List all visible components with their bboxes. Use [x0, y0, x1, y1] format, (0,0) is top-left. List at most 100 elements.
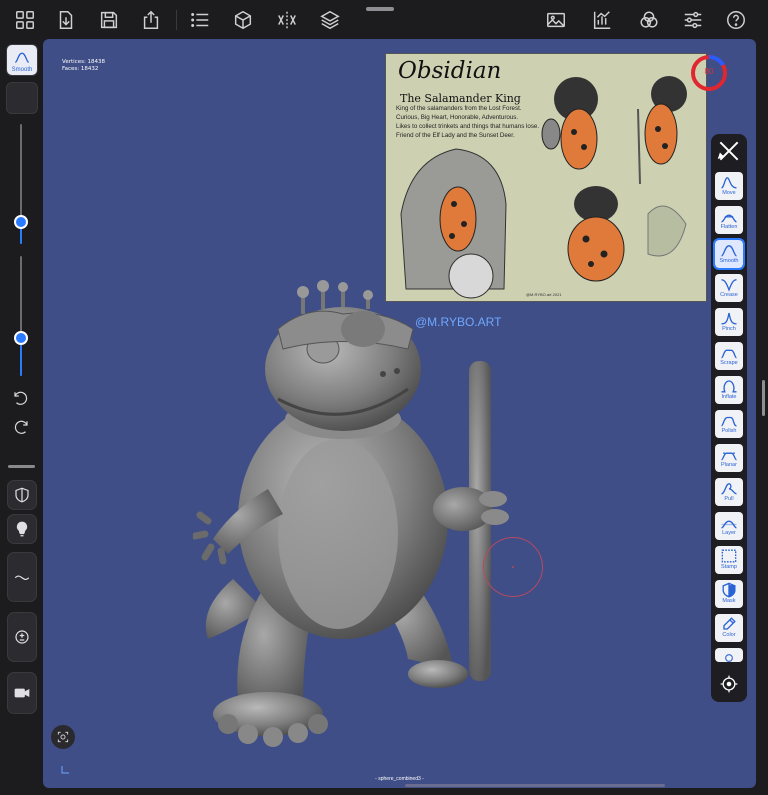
reference-description-line: Friend of the Elf Lady and the Sunset De…	[396, 132, 515, 139]
pinch-icon	[721, 312, 737, 325]
tool-scrape[interactable]: Scrape	[715, 342, 743, 370]
tool-label: Crease	[720, 292, 738, 298]
smooth-icon	[14, 52, 30, 63]
layer-icon	[721, 520, 737, 529]
gizmo-icon	[720, 675, 738, 693]
stroke-icon[interactable]	[7, 552, 37, 602]
reference-description-line: King of the salamanders from the Lost Fo…	[396, 105, 522, 112]
video-icon[interactable]	[7, 672, 37, 714]
salamander-model[interactable]	[193, 259, 513, 769]
tool-pinch[interactable]: Pinch	[715, 308, 743, 336]
vertices-count: Vertices: 18438	[62, 59, 106, 65]
tool-label: Color	[722, 632, 736, 638]
intensity-slider-knob[interactable]	[14, 331, 28, 345]
image-icon[interactable]	[544, 8, 568, 32]
focus-camera-button[interactable]	[51, 725, 75, 749]
tool-label: Mask	[722, 598, 736, 604]
3d-viewport[interactable]: Vertices: 18438 Faces: 18432 Obsidian Th…	[43, 39, 756, 788]
reference-credit: @M.RYBO.art 2021	[526, 292, 562, 297]
axis-gizmo-icon	[61, 766, 69, 774]
top-toolbar	[0, 0, 768, 40]
tool-inflate[interactable]: Inflate	[715, 376, 743, 404]
smooth-icon	[721, 245, 737, 257]
tool-color[interactable]: Color	[715, 614, 743, 642]
tool-label: Move	[722, 190, 736, 196]
tool-layer[interactable]: Layer	[715, 512, 743, 540]
gauge-value: 80	[704, 67, 714, 76]
mask-icon	[722, 582, 736, 598]
materials-icon[interactable]	[637, 8, 661, 32]
horizontal-scrollbar[interactable]	[405, 784, 665, 787]
left-panel: Smooth	[0, 40, 43, 795]
active-tool-button[interactable]: Smooth	[6, 44, 38, 76]
tool-flatten[interactable]: Flatten	[715, 206, 743, 234]
tool-crease[interactable]: Crease	[715, 274, 743, 302]
reference-description-line: Likes to collect trinkets and things tha…	[396, 123, 540, 130]
tool-mask[interactable]: Mask	[715, 580, 743, 608]
app-root: Smooth Vertices: 18438 Faces: 18432 Obsi…	[0, 0, 768, 795]
tool-label: Planar	[721, 462, 737, 468]
target-icon	[725, 654, 733, 662]
save-icon[interactable]	[97, 8, 121, 32]
window-grabber[interactable]	[366, 7, 394, 11]
panel-divider	[8, 465, 35, 468]
tool-move[interactable]: Move	[715, 172, 743, 200]
tool-label: Polish	[721, 428, 737, 434]
undo-icon[interactable]	[11, 389, 31, 409]
tool-slot-button[interactable]	[6, 82, 38, 114]
crease-icon	[721, 279, 737, 292]
brush-cursor-center	[512, 566, 514, 568]
stamp-icon	[721, 549, 737, 563]
tool-planar[interactable]: Planar	[715, 444, 743, 472]
close-tools-button[interactable]	[714, 136, 744, 166]
tool-polish[interactable]: Polish	[715, 410, 743, 438]
tool-label: Layer	[722, 530, 736, 536]
tool-smooth[interactable]: Smooth	[713, 238, 745, 270]
flatten-icon	[721, 214, 737, 223]
inflate-icon	[721, 380, 737, 393]
size-slider-knob[interactable]	[14, 215, 28, 229]
shield-icon[interactable]	[7, 480, 37, 510]
tool-label: Smooth	[719, 258, 739, 264]
share-icon[interactable]	[139, 8, 163, 32]
mesh-stats: Vertices: 18438 Faces: 18432	[62, 59, 105, 73]
lightbulb-icon[interactable]	[7, 514, 37, 544]
help-icon[interactable]	[724, 8, 748, 32]
import-icon[interactable]	[54, 8, 78, 32]
side-panel-handle[interactable]	[762, 380, 765, 416]
faces-count: Faces: 18432	[62, 66, 99, 72]
scene-name: - sphere_combined3 -	[375, 776, 424, 782]
plus-minus-icon[interactable]	[7, 612, 37, 662]
tool-panel: Move Flatten Smooth Crease Pinch Scrape …	[711, 134, 747, 702]
tool-label: Stamp	[721, 564, 737, 570]
layers-icon[interactable]	[318, 8, 342, 32]
toolbar-separator	[176, 10, 177, 30]
tool-more[interactable]	[715, 648, 743, 662]
color-icon	[723, 617, 736, 630]
move-icon	[721, 177, 737, 189]
active-tool-label: Smooth	[11, 66, 33, 73]
redo-icon[interactable]	[11, 418, 31, 438]
sliders-icon[interactable]	[681, 8, 705, 32]
tool-pull[interactable]: Pull	[715, 478, 743, 506]
pull-icon	[721, 483, 737, 495]
brush-close-icon	[717, 141, 739, 161]
reference-title: Obsidian	[398, 58, 502, 84]
cube-icon[interactable]	[231, 8, 255, 32]
tool-stamp[interactable]: Stamp	[715, 546, 743, 574]
scrape-icon	[721, 349, 737, 359]
tool-label: Flatten	[720, 224, 738, 230]
tool-label: Scrape	[720, 360, 738, 366]
symmetry-icon[interactable]	[275, 8, 299, 32]
camera-focus-icon	[57, 731, 69, 743]
chart-icon[interactable]	[590, 8, 614, 32]
reference-description-line: Curious, Big Heart, Honorable, Adventuro…	[396, 114, 519, 121]
tool-label: Inflate	[721, 394, 737, 400]
planar-icon	[721, 452, 737, 461]
polish-icon	[721, 416, 737, 427]
tool-label: Pinch	[722, 326, 736, 332]
gizmo-button[interactable]	[711, 666, 747, 702]
grid-icon[interactable]	[13, 8, 37, 32]
list-icon[interactable]	[188, 8, 212, 32]
tool-label: Pull	[724, 496, 734, 502]
